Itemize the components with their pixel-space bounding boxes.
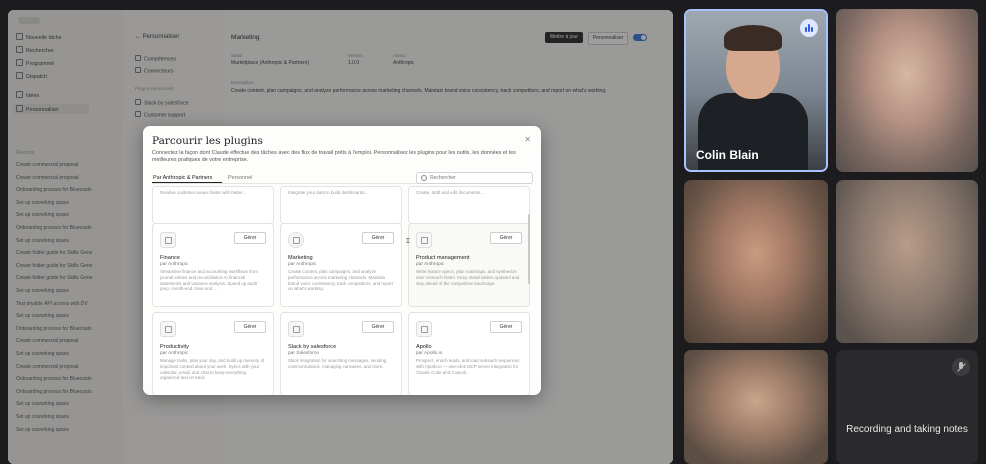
modal-title: Parcourir les plugins — [152, 135, 263, 147]
plugin-name: Apollo — [416, 344, 432, 350]
plugin-description: Prospect, enrich leads, and load outreac… — [416, 358, 520, 375]
plugin-author: par Salesforce — [288, 351, 319, 356]
plugin-description: Write feature specs, plan roadmaps, and … — [416, 269, 520, 286]
plugin-name: Productivity — [160, 344, 189, 350]
manage-button[interactable]: Gérer — [234, 321, 266, 333]
plugin-author: par Apollo.io — [416, 351, 443, 356]
mic-muted-icon[interactable] — [952, 358, 970, 376]
manage-button[interactable]: Gérer — [490, 321, 522, 333]
plugin-name: Marketing — [288, 255, 313, 261]
tab-anthropic-partners[interactable]: Par Anthropic & Partners — [153, 175, 212, 181]
text-cursor-icon: Ɪ — [406, 238, 410, 245]
participant-tile[interactable] — [836, 180, 978, 343]
plugin-card-partial[interactable]: Integrate your data to build dashboards.… — [280, 186, 402, 224]
plugin-description: Manage tasks, plan your day, and build u… — [160, 358, 265, 381]
plugin-card-partial[interactable]: Create, draft and edit documents... — [408, 186, 530, 224]
search-placeholder: Rechercher — [430, 175, 456, 181]
plugin-author: par Anthropic — [288, 262, 317, 267]
plugin-description: Slack integration for searching messages… — [288, 358, 387, 369]
manage-button[interactable]: Gérer — [234, 232, 266, 244]
hair — [724, 25, 782, 51]
close-icon[interactable]: ✕ — [524, 135, 531, 144]
participant-tile[interactable] — [836, 9, 978, 172]
modal-description: Connectez la façon dont Claude effectue … — [152, 150, 516, 163]
plugin-card-apollo[interactable]: Gérer Apollo par Apollo.io Prospect, enr… — [408, 312, 530, 395]
productivity-icon — [160, 321, 176, 337]
browse-plugins-modal: Parcourir les plugins ✕ Connectez la faç… — [143, 126, 541, 395]
product-icon — [416, 232, 432, 248]
plugin-description: Create content, plan campaigns, and anal… — [288, 269, 393, 292]
plugin-card-finance[interactable]: Gérer Finance par Anthropic Streamline f… — [152, 223, 274, 307]
finance-icon — [160, 232, 176, 248]
plugin-search[interactable]: Rechercher — [416, 172, 533, 184]
participant-tile[interactable] — [684, 180, 828, 343]
manage-button[interactable]: Gérer — [490, 232, 522, 244]
modal-scrollbar[interactable] — [528, 214, 530, 284]
plugin-name: Product management — [416, 255, 470, 261]
plugin-card-partial[interactable]: Resolve customer issues faster with bett… — [152, 186, 274, 224]
tab-personal[interactable]: Personnel — [228, 175, 252, 181]
plugin-name: Slack by salesforce — [288, 344, 337, 350]
active-tab-indicator — [152, 182, 222, 183]
plugin-description: Streamline finance and accounting workfl… — [160, 269, 258, 292]
recording-status: Recording and taking notes — [846, 424, 968, 435]
plugin-author: par Anthropic — [160, 262, 189, 267]
recording-tile: Recording and taking notes — [836, 350, 978, 464]
participant-tile-main[interactable]: Colin Blain — [684, 9, 828, 172]
search-icon — [421, 175, 427, 181]
plugin-card-marketing[interactable]: Gérer Marketing par Anthropic Create con… — [280, 223, 402, 307]
plugin-grid: Resolve customer issues faster with bett… — [152, 186, 532, 395]
slack-icon — [288, 321, 304, 337]
marketing-icon — [288, 232, 304, 248]
plugin-card-slack[interactable]: Gérer Slack by salesforce par Salesforce… — [280, 312, 402, 395]
manage-button[interactable]: Gérer — [362, 321, 394, 333]
plugin-card-product-management[interactable]: Gérer Product management par Anthropic W… — [408, 223, 530, 307]
manage-button[interactable]: Gérer — [362, 232, 394, 244]
participant-name: Colin Blain — [696, 148, 759, 162]
plugin-name: Finance — [160, 255, 180, 261]
plugin-author: par Anthropic — [160, 351, 189, 356]
plugin-card-productivity[interactable]: Gérer Productivity par Anthropic Manage … — [152, 312, 274, 395]
speaking-indicator-icon — [800, 19, 818, 37]
apollo-icon — [416, 321, 432, 337]
plugin-author: par Anthropic — [416, 262, 445, 267]
participant-tile[interactable] — [684, 350, 828, 464]
